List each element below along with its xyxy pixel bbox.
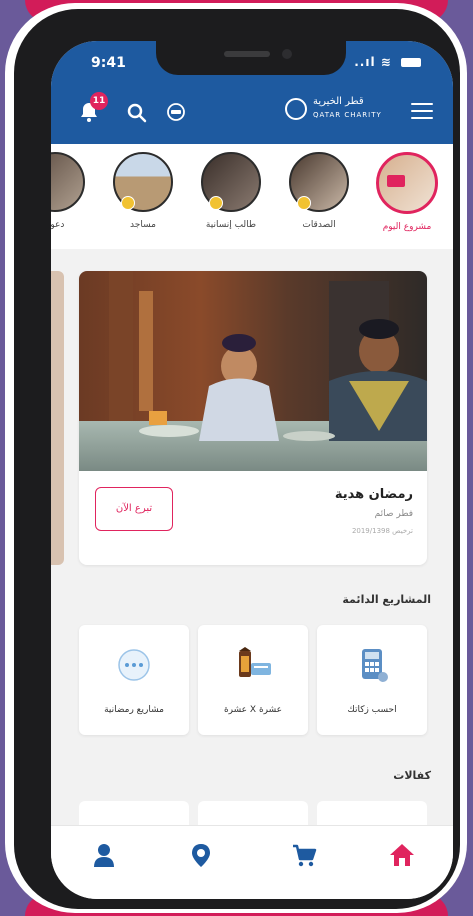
story-dawa[interactable]: دعوة: [51, 152, 87, 230]
front-camera: [282, 49, 292, 59]
app-screen: 9:41 ..ıl ≋ 11 قطر الخيرية QATAR CHARITY…: [51, 41, 453, 899]
signal-icon: ..ıl: [354, 55, 376, 69]
story-label: الصدقات: [302, 220, 336, 230]
hamburger-menu-icon[interactable]: [411, 103, 433, 121]
story-badge-icon: [297, 196, 311, 210]
featured-project-license: ترخيص 2019/1398: [351, 527, 413, 535]
story-student[interactable]: طالب إنسانية: [199, 152, 263, 230]
logo-mark-icon: [285, 98, 307, 120]
donate-now-button[interactable]: تبرع الآن: [95, 487, 173, 531]
phone-notch: [156, 41, 346, 75]
permanent-projects-title: المشاريع الدائمة: [342, 593, 431, 606]
battery-icon: [401, 58, 421, 67]
featured-project-title: رمضان هدية: [334, 487, 413, 502]
story-thumbnail: [376, 152, 438, 214]
story-badge-icon: [209, 196, 223, 210]
logo-arabic-text: قطر الخيرية: [313, 96, 364, 107]
story-badge-icon: [121, 196, 135, 210]
lantern-icon: [239, 647, 271, 677]
bottom-navigation: [51, 825, 453, 899]
status-indicators: ..ıl ≋: [354, 55, 421, 69]
wifi-icon: ≋: [380, 55, 392, 69]
cart-icon[interactable]: [291, 842, 317, 868]
currency-icon[interactable]: [166, 102, 186, 122]
tile-label: عشرة X عشرة: [223, 705, 283, 715]
profile-icon[interactable]: [91, 842, 117, 868]
home-icon[interactable]: [389, 842, 415, 868]
story-label: طالب إنسانية: [205, 220, 257, 230]
tile-label: احسب زكاتك: [347, 705, 397, 715]
story-label: دعوة: [51, 220, 65, 230]
more-icon: [118, 649, 150, 681]
story-mosques[interactable]: مساجد: [111, 152, 175, 230]
zakat-calculator-tile[interactable]: احسب زكاتك: [317, 625, 427, 735]
story-sadaqat[interactable]: الصدقات: [287, 152, 351, 230]
status-time: 9:41: [91, 55, 126, 71]
location-icon[interactable]: [188, 842, 214, 868]
search-icon[interactable]: [127, 103, 147, 123]
story-project-of-day[interactable]: مشروع اليوم: [375, 152, 439, 232]
featured-project-image: [79, 271, 427, 471]
previous-card-peek[interactable]: [51, 271, 64, 565]
qatar-charity-logo: قطر الخيرية QATAR CHARITY: [285, 93, 395, 129]
logo-english-text: QATAR CHARITY: [313, 111, 382, 119]
sponsorships-title: كفالات: [393, 769, 431, 782]
ten-by-ten-tile[interactable]: عشرة X عشرة: [198, 625, 308, 735]
phone-frame: 9:41 ..ıl ≋ 11 قطر الخيرية QATAR CHARITY…: [14, 9, 460, 909]
calculator-icon: [362, 649, 388, 682]
featured-project-subtitle: فطر صائم: [374, 509, 413, 519]
story-label: مشروع اليوم: [382, 222, 432, 232]
stories-row: مشروع اليوم الصدقات طالب إنسانية مساجد د: [51, 144, 453, 249]
story-label: مساجد: [130, 220, 156, 230]
story-thumbnail: [51, 152, 85, 212]
featured-project-card[interactable]: رمضان هدية فطر صائم ترخيص 2019/1398 تبرع…: [79, 271, 427, 565]
speaker-grille: [224, 51, 270, 57]
notification-badge: 11: [90, 92, 108, 110]
tile-label: مشاريع رمضانية: [104, 705, 164, 715]
ramadan-projects-tile[interactable]: مشاريع رمضانية: [79, 625, 189, 735]
